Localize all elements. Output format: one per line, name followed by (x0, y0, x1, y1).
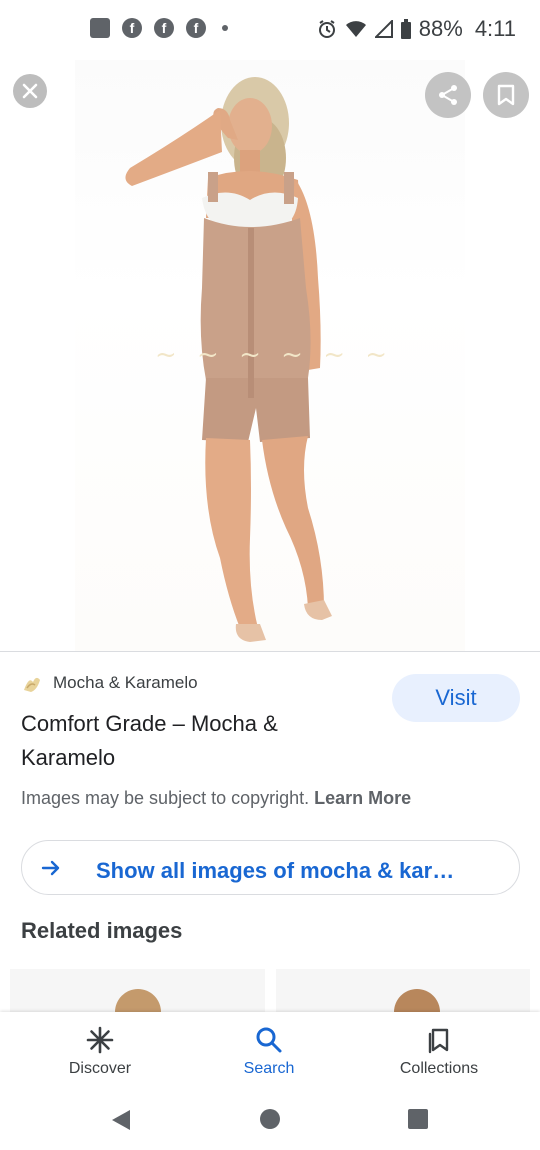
share-icon (439, 85, 457, 105)
facebook-icon: f (154, 18, 174, 38)
brand-watermark: ~ ~ ~ ~ ~ ~ (155, 340, 394, 370)
arrow-right-icon (41, 860, 60, 876)
nav-search[interactable]: Search (199, 1012, 339, 1094)
close-icon (22, 83, 38, 99)
share-button[interactable] (425, 72, 471, 118)
show-all-images-button[interactable]: Show all images of mocha & kar… (21, 840, 520, 895)
site-favicon-icon (24, 677, 40, 692)
asterisk-icon (86, 1026, 114, 1054)
status-bar: f f f 88% 4:11 (0, 0, 540, 60)
visit-button[interactable]: Visit (392, 674, 520, 722)
learn-more-link[interactable]: Learn More (314, 788, 411, 808)
app-notification-icon (90, 18, 110, 38)
home-icon[interactable] (259, 1108, 281, 1130)
copyright-notice: Images may be subject to copyright. Learn… (21, 788, 411, 809)
battery-percent: 88% (418, 16, 463, 41)
nav-label: Collections (399, 1060, 479, 1077)
source-row[interactable]: Mocha & Karamelo (21, 672, 198, 694)
system-status: 88% 4:11 (317, 16, 516, 42)
nav-label: Discover (68, 1060, 132, 1077)
nav-discover[interactable]: Discover (30, 1012, 170, 1094)
alarm-icon (318, 20, 335, 38)
cell-signal-icon (374, 20, 393, 38)
more-notifications-dot-icon (222, 25, 228, 31)
wifi-icon (345, 21, 366, 37)
save-to-collection-button[interactable] (483, 72, 529, 118)
copyright-text: Images may be subject to copyright. (21, 788, 310, 808)
back-icon[interactable] (110, 1108, 132, 1132)
facebook-icon: f (122, 18, 142, 38)
search-icon (256, 1027, 282, 1053)
notification-icons: f f f (90, 18, 228, 38)
bookmark-icon (497, 84, 515, 106)
show-all-label: Show all images of mocha & kar… (96, 858, 455, 883)
related-images-heading: Related images (21, 918, 183, 943)
nav-collections[interactable]: Collections (369, 1012, 509, 1094)
image-preview[interactable]: ~ ~ ~ ~ ~ ~ (0, 60, 540, 651)
close-button[interactable] (13, 74, 47, 108)
divider (0, 651, 540, 652)
facebook-icon: f (186, 18, 206, 38)
source-name: Mocha & Karamelo (53, 673, 198, 692)
collections-icon (428, 1028, 449, 1054)
system-navigation-bar (0, 1094, 540, 1150)
recent-apps-icon[interactable] (408, 1109, 428, 1129)
nav-label: Search (243, 1060, 295, 1077)
result-title[interactable]: Comfort Grade – Mocha & Karamelo (21, 707, 371, 775)
battery-icon (400, 19, 411, 39)
clock: 4:11 (474, 16, 516, 41)
bottom-navigation: Discover Search Collections (0, 1012, 540, 1094)
